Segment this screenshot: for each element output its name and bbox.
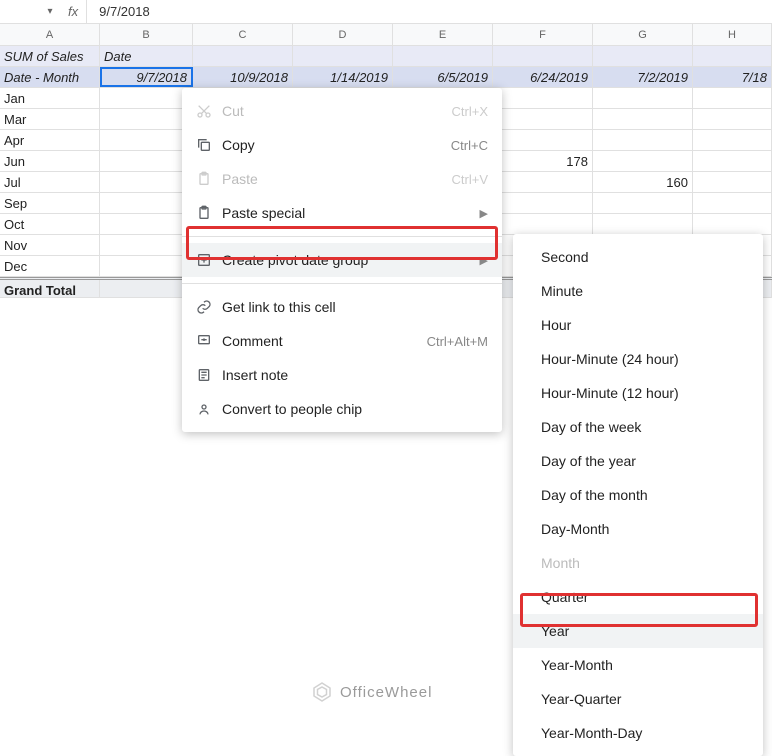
submenu-minute[interactable]: Minute — [513, 274, 763, 308]
menu-comment[interactable]: Comment Ctrl+Alt+M — [182, 324, 502, 358]
submenu-year-month-day[interactable]: Year-Month-Day — [513, 716, 763, 750]
chevron-right-icon: ▶ — [480, 207, 488, 220]
menu-insert-note[interactable]: Insert note — [182, 358, 502, 392]
date-col-2[interactable]: 1/14/2019 — [293, 67, 393, 87]
date-col-1[interactable]: 10/9/2018 — [193, 67, 293, 87]
submenu-day-month[interactable]: Day-Month — [513, 512, 763, 546]
submenu-day-of-week[interactable]: Day of the week — [513, 410, 763, 444]
submenu-year-quarter[interactable]: Year-Quarter — [513, 682, 763, 716]
paste-special-icon — [196, 205, 222, 221]
menu-divider — [182, 283, 502, 284]
date-col-4[interactable]: 6/24/2019 — [493, 67, 593, 87]
col-header-H[interactable]: H — [693, 24, 772, 45]
submenu-day-of-year[interactable]: Day of the year — [513, 444, 763, 478]
menu-people-chip[interactable]: Convert to people chip — [182, 392, 502, 426]
cut-icon — [196, 103, 222, 119]
link-icon — [196, 299, 222, 315]
col-header-B[interactable]: B — [100, 24, 193, 45]
col-header-A[interactable]: A — [0, 24, 100, 45]
pivot-header-row: SUM of Sales Date — [0, 46, 772, 67]
date-col-3[interactable]: 6/5/2019 — [393, 67, 493, 87]
date-label[interactable]: Date — [100, 46, 193, 66]
sum-of-sales-label[interactable]: SUM of Sales — [0, 46, 100, 66]
menu-copy[interactable]: Copy Ctrl+C — [182, 128, 502, 162]
submenu-hour-minute-12[interactable]: Hour-Minute (12 hour) — [513, 376, 763, 410]
col-header-E[interactable]: E — [393, 24, 493, 45]
watermark: OfficeWheel — [310, 680, 432, 704]
menu-paste[interactable]: Paste Ctrl+V — [182, 162, 502, 196]
fx-label: fx — [60, 0, 87, 23]
submenu-second[interactable]: Second — [513, 240, 763, 274]
menu-create-pivot-date-group[interactable]: Create pivot date group ▶ — [182, 243, 502, 277]
col-header-G[interactable]: G — [593, 24, 693, 45]
col-header-F[interactable]: F — [493, 24, 593, 45]
selected-cell[interactable]: 9/7/2018 — [100, 67, 193, 87]
submenu-month: Month — [513, 546, 763, 580]
people-chip-icon — [196, 401, 222, 417]
submenu-quarter[interactable]: Quarter — [513, 580, 763, 614]
plus-box-icon — [196, 252, 222, 268]
submenu-hour-minute-24[interactable]: Hour-Minute (24 hour) — [513, 342, 763, 376]
date-header-row: Date - Month 9/7/2018 10/9/2018 1/14/201… — [0, 67, 772, 88]
submenu-hour[interactable]: Hour — [513, 308, 763, 342]
submenu-year-month[interactable]: Year-Month — [513, 648, 763, 682]
wheel-icon — [310, 680, 334, 704]
formula-bar: ▾ fx 9/7/2018 — [0, 0, 772, 24]
menu-get-link[interactable]: Get link to this cell — [182, 290, 502, 324]
date-group-submenu: Second Minute Hour Hour-Minute (24 hour)… — [513, 234, 763, 756]
menu-divider — [182, 236, 502, 237]
formula-value[interactable]: 9/7/2018 — [87, 4, 150, 19]
chevron-right-icon: ▶ — [480, 254, 488, 267]
date-month-label[interactable]: Date - Month — [0, 67, 100, 87]
column-headers: A B C D E F G H — [0, 24, 772, 46]
col-header-C[interactable]: C — [193, 24, 293, 45]
comment-icon — [196, 333, 222, 349]
date-col-5[interactable]: 7/2/2019 — [593, 67, 693, 87]
grand-total-label[interactable]: Grand Total — [0, 280, 100, 297]
fx-dropdown[interactable]: ▾ — [40, 6, 60, 17]
menu-cut[interactable]: Cut Ctrl+X — [182, 94, 502, 128]
copy-icon — [196, 137, 222, 153]
submenu-day-of-month[interactable]: Day of the month — [513, 478, 763, 512]
paste-icon — [196, 171, 222, 187]
col-header-D[interactable]: D — [293, 24, 393, 45]
submenu-year[interactable]: Year — [513, 614, 763, 648]
menu-paste-special[interactable]: Paste special ▶ — [182, 196, 502, 230]
note-icon — [196, 367, 222, 383]
date-col-6[interactable]: 7/18 — [693, 67, 772, 87]
context-menu: Cut Ctrl+X Copy Ctrl+C Paste Ctrl+V Past… — [182, 88, 502, 432]
